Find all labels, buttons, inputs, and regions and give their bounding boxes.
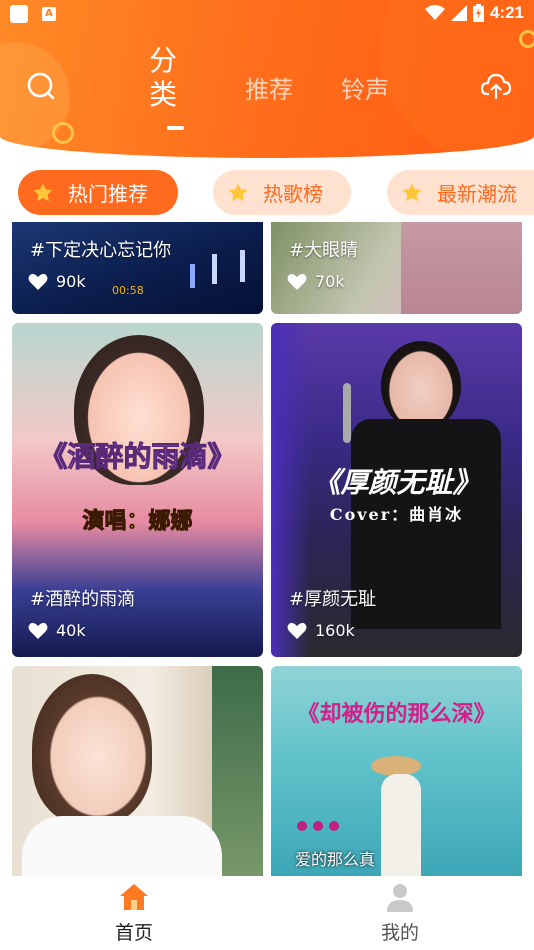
dots-decoration — [297, 821, 339, 831]
singer-overlay: Cover：曲肖冰 — [329, 505, 464, 524]
video-likes: 90k — [28, 272, 86, 291]
heart-icon — [287, 622, 307, 639]
star-icon — [228, 182, 248, 201]
singer-overlay: 演唱：娜娜 — [82, 508, 193, 535]
likes-count: 90k — [56, 272, 86, 291]
signal-icon — [450, 5, 467, 21]
chip-hot-songs[interactable]: 热歌榜 — [213, 170, 351, 215]
status-time: 4:21 — [489, 3, 524, 22]
header-ring-decoration — [519, 30, 534, 48]
singer-photo — [32, 674, 152, 824]
tab-active-indicator — [167, 126, 184, 130]
nav-mine[interactable]: 我的 — [340, 882, 460, 945]
chip-label: 热歌榜 — [263, 182, 323, 206]
chip-label: 最新潮流 — [437, 182, 517, 206]
song-title-overlay: 《酒醉的雨滴》 — [39, 440, 236, 474]
lyric-overlay: 爱的那么真 — [295, 850, 376, 869]
video-likes: 40k — [28, 621, 86, 640]
video-caption: #厚颜无耻 — [289, 589, 377, 610]
cloud-upload-icon[interactable] — [481, 72, 511, 100]
video-card[interactable]: 《却被伤的那么深》 爱的那么真 — [271, 666, 522, 876]
header: A 4:21 分类 推荐 铃声 — [0, 0, 534, 158]
video-caption: #大眼睛 — [289, 240, 359, 261]
video-card[interactable] — [12, 666, 263, 876]
singer-photo — [381, 341, 461, 431]
nav-home[interactable]: 首页 — [74, 882, 194, 945]
home-icon — [120, 884, 148, 910]
chip-new-trend[interactable]: 最新潮流 — [387, 170, 534, 215]
heart-icon — [287, 273, 307, 290]
likes-count: 40k — [56, 621, 86, 640]
tab-category[interactable]: 分类 — [146, 44, 180, 112]
header-ring-decoration — [52, 122, 74, 144]
nav-home-label: 首页 — [114, 922, 153, 944]
video-caption: #下定决心忘记你 — [30, 240, 172, 261]
heart-icon — [28, 622, 48, 639]
battery-icon — [472, 4, 484, 22]
star-icon — [402, 182, 422, 201]
video-caption: #酒醉的雨滴 — [30, 589, 136, 610]
video-likes: 160k — [287, 621, 355, 640]
video-likes: 70k — [287, 272, 345, 291]
video-card[interactable]: 《酒醉的雨滴》 演唱：娜娜 #酒醉的雨滴 40k — [12, 323, 263, 657]
tab-recommend[interactable]: 推荐 — [245, 70, 293, 105]
chip-label: 热门推荐 — [68, 182, 148, 206]
likes-count: 70k — [315, 272, 345, 291]
tab-ringtone[interactable]: 铃声 — [341, 70, 389, 105]
bottom-nav: 首页 我的 — [0, 876, 534, 950]
category-chips: 热门推荐 热歌榜 最新潮流 — [0, 170, 534, 216]
video-card[interactable]: 00:58 #下定决心忘记你 90k — [12, 222, 263, 314]
heart-icon — [28, 273, 48, 290]
video-card[interactable]: 《厚颜无耻》 Cover：曲肖冰 #厚颜无耻 160k — [271, 323, 522, 657]
likes-count: 160k — [315, 621, 355, 640]
video-grid: 00:58 #下定决心忘记你 90k #大眼睛 70k 《酒醉的雨滴》 演唱：娜… — [0, 222, 534, 876]
chip-hot-recommend[interactable]: 热门推荐 — [18, 170, 178, 215]
star-icon — [33, 182, 53, 201]
app-root: A 4:21 分类 推荐 铃声 热门推荐 热歌榜 最新潮流 00:58 #下定决… — [0, 0, 534, 950]
wifi-icon — [424, 5, 445, 20]
status-bar: A 4:21 — [0, 0, 534, 28]
notification-a-icon: A — [42, 7, 56, 21]
video-card[interactable]: #大眼睛 70k — [271, 222, 522, 314]
song-title-overlay: 《却被伤的那么深》 — [297, 701, 496, 727]
nav-mine-label: 我的 — [380, 922, 419, 944]
search-icon[interactable] — [27, 72, 55, 100]
duration-overlay: 00:58 — [112, 284, 144, 297]
song-title-overlay: 《厚颜无耻》 — [312, 466, 481, 499]
user-icon — [387, 884, 413, 912]
notification-square-icon — [10, 5, 28, 23]
